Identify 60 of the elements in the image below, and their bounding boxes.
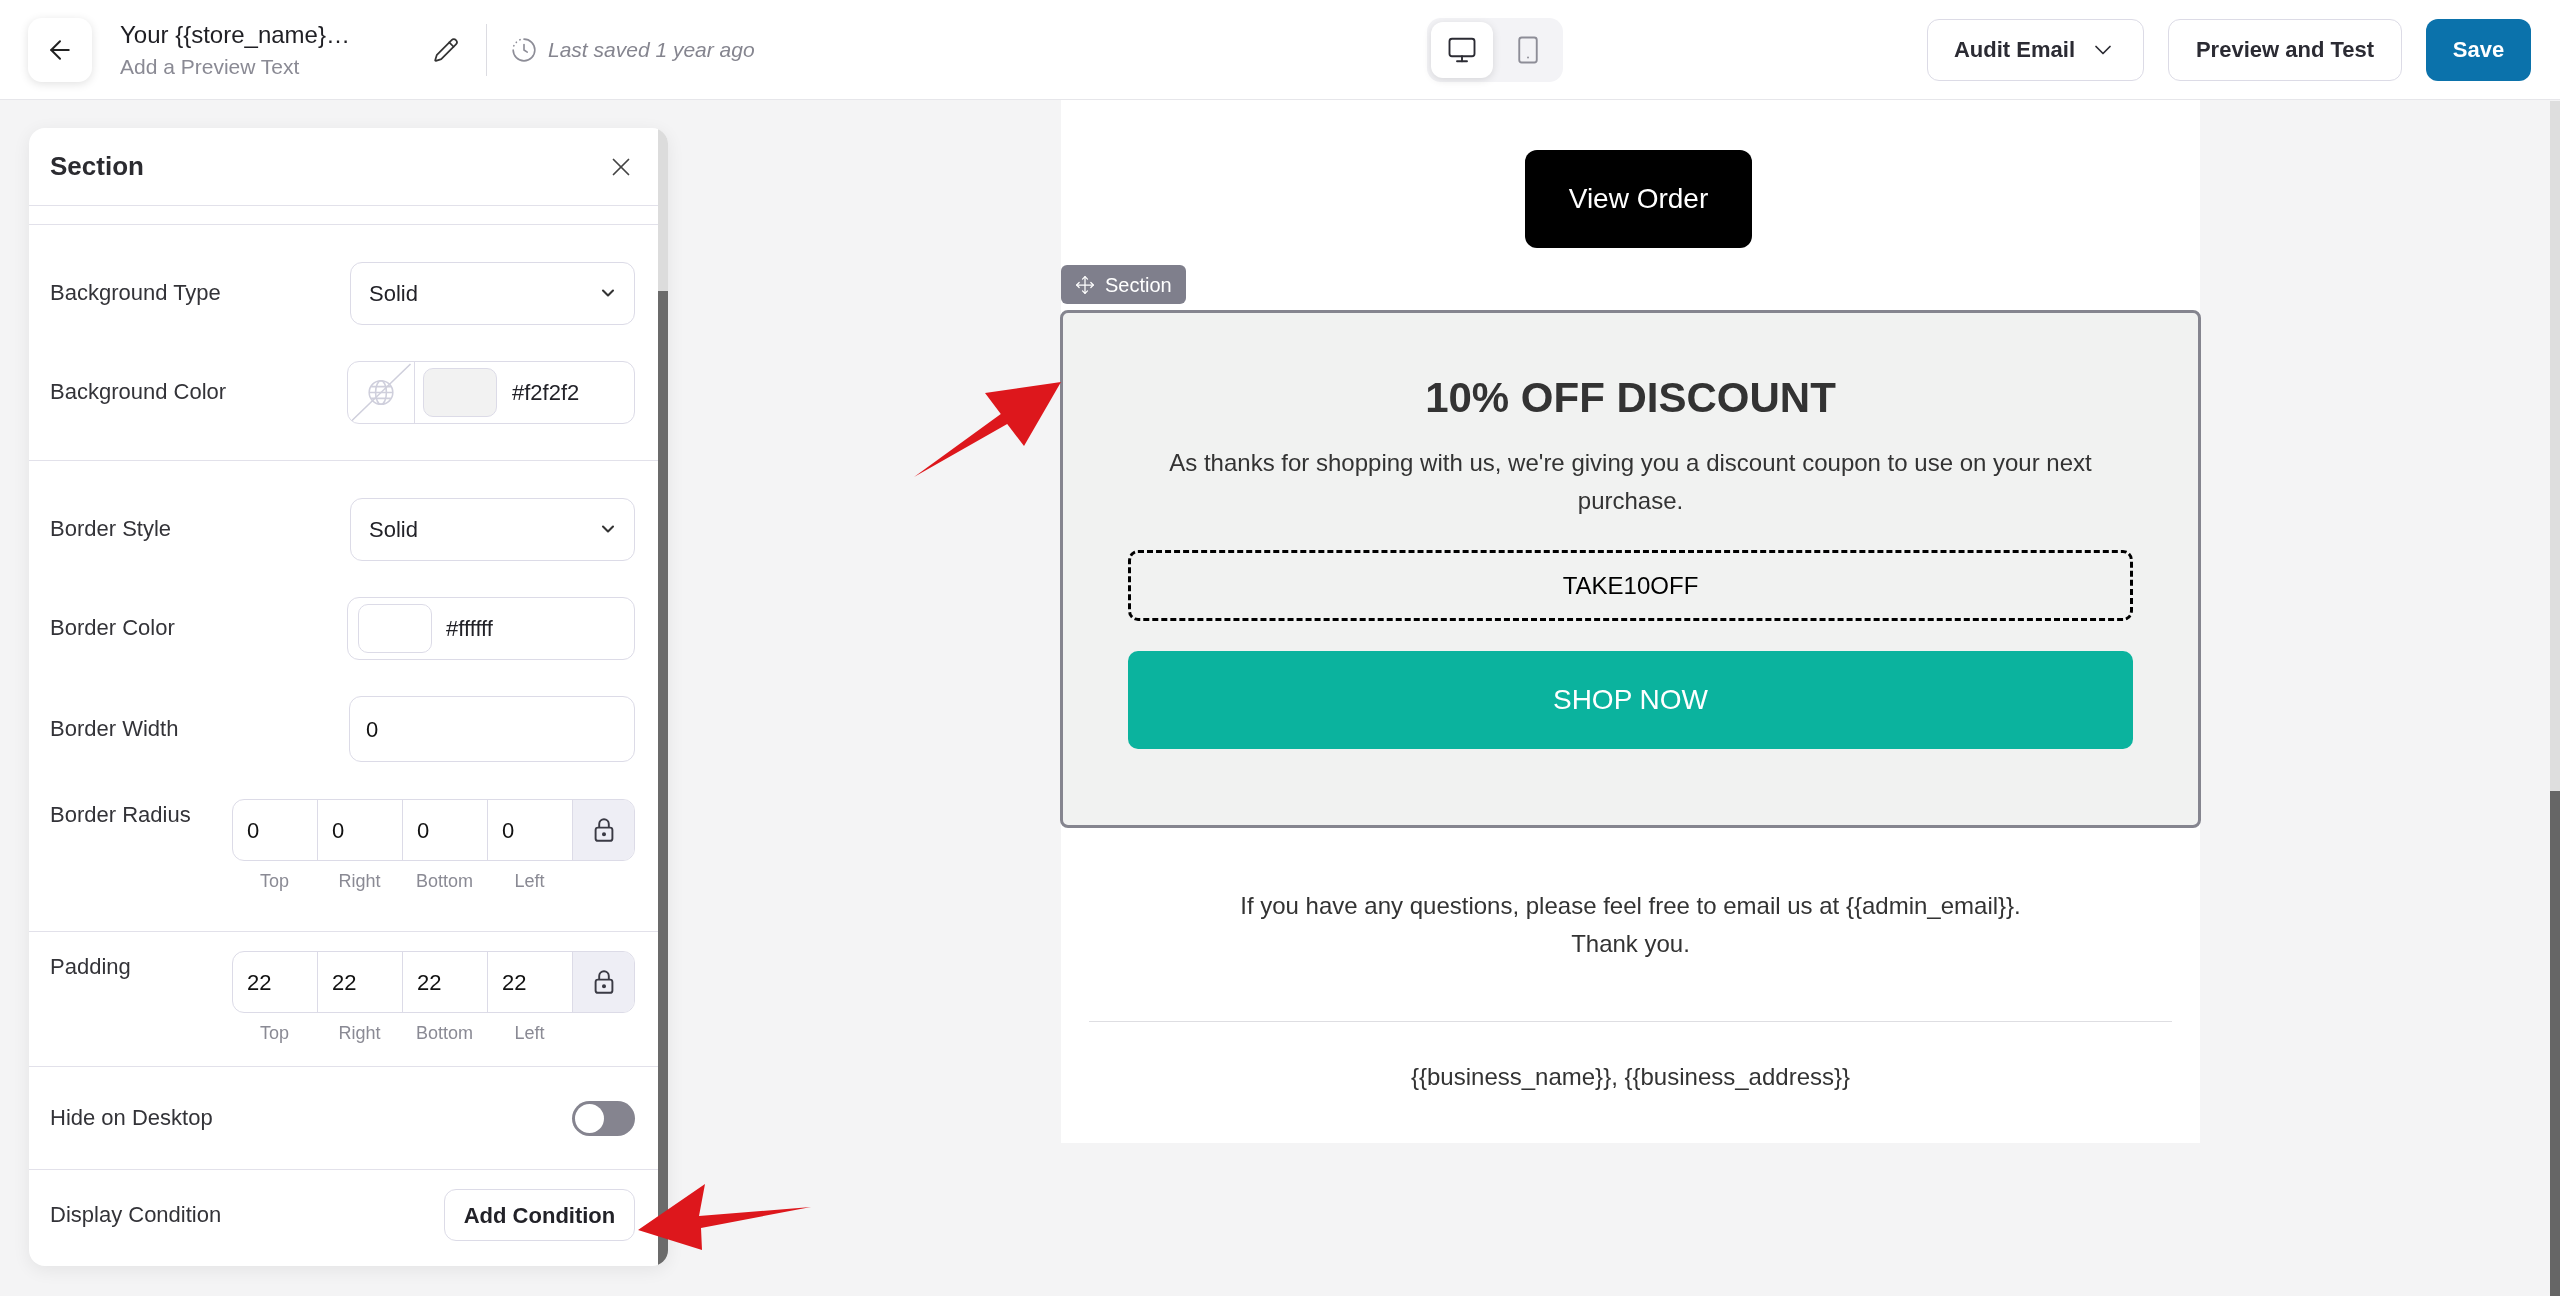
side-input[interactable]: 22 bbox=[318, 952, 403, 1012]
field-label: Background Type bbox=[50, 279, 221, 307]
footer-message: If you have any questions, please feel free to email us at {{admin_email}}. bbox=[1240, 891, 2021, 921]
tag-label: Section bbox=[1105, 272, 1172, 298]
side-input[interactable]: 22 bbox=[403, 952, 488, 1012]
lock-button[interactable] bbox=[573, 952, 634, 1012]
panel-title: Section bbox=[50, 150, 144, 183]
side-input[interactable]: 0 bbox=[233, 800, 318, 860]
dropdown-select[interactable]: Solid bbox=[350, 497, 635, 561]
side-label: Bottom bbox=[416, 870, 473, 893]
desktop-view-button[interactable] bbox=[1431, 21, 1493, 78]
lock-icon bbox=[593, 970, 614, 994]
field-label: Hide on Desktop bbox=[50, 1104, 213, 1132]
condition-button[interactable]: Add Condition bbox=[444, 1189, 635, 1241]
side-label: Bottom bbox=[416, 1022, 473, 1045]
email-title: Your {{store_name}… bbox=[120, 19, 351, 50]
preview-button[interactable]: Preview and Test bbox=[2168, 18, 2402, 81]
color-field[interactable]: #ffffff bbox=[347, 596, 635, 660]
audit-dropdown-button[interactable]: Audit Email bbox=[1927, 18, 2144, 81]
business-address: {{business_name}}, {{business_address}} bbox=[1411, 1062, 1850, 1092]
side-label: Left bbox=[514, 1022, 545, 1045]
coupon-code: TAKE10OFF bbox=[1128, 550, 2133, 621]
back-button[interactable] bbox=[28, 17, 92, 82]
clock-icon bbox=[511, 36, 537, 63]
discount-section[interactable]: 10% OFF DISCOUNT As thanks for shopping with us, we're giving you a discount coupon to use on your next purchase. TAKE10OFF SHOP NOW bbox=[1060, 310, 2201, 828]
swatch-icon[interactable] bbox=[358, 603, 432, 653]
save-button[interactable]: Save bbox=[2426, 18, 2531, 81]
save-status: Last saved 1 year ago bbox=[548, 36, 755, 63]
toggle-switch[interactable] bbox=[572, 1100, 635, 1136]
side-input[interactable]: 0 bbox=[318, 800, 403, 860]
footer-message: Thank you. bbox=[1571, 929, 1690, 959]
side-label: Right bbox=[338, 870, 381, 893]
hex-value: #f2f2f2 bbox=[512, 378, 580, 407]
field-label: Background Color bbox=[50, 378, 227, 406]
scrollbar-thumb[interactable] bbox=[2550, 791, 2560, 1296]
lock-button[interactable] bbox=[573, 800, 634, 860]
field-label: Border Radius bbox=[50, 801, 191, 829]
discount-heading: 10% OFF DISCOUNT bbox=[1425, 374, 1836, 422]
field-label: Border Style bbox=[50, 515, 172, 543]
move-icon bbox=[1075, 274, 1095, 295]
number-input[interactable]: 0 bbox=[349, 696, 635, 762]
edit-icon[interactable] bbox=[433, 36, 459, 63]
view-order-button[interactable]: View Order bbox=[1525, 150, 1752, 248]
field-label: Border Width bbox=[50, 715, 179, 743]
hex-value: #ffffff bbox=[446, 614, 493, 643]
section-tag[interactable]: Section bbox=[1061, 265, 1186, 304]
side-label: Left bbox=[514, 870, 545, 893]
side-label: Top bbox=[260, 870, 289, 893]
field-label: Border Color bbox=[50, 614, 175, 642]
side-label: Right bbox=[338, 1022, 381, 1045]
lock-icon bbox=[593, 818, 614, 842]
dropdown-select[interactable]: Solid bbox=[350, 261, 635, 325]
side-input[interactable]: 0 bbox=[403, 800, 488, 860]
color-field[interactable]: #f2f2f2 bbox=[347, 360, 635, 424]
swatch-icon[interactable] bbox=[423, 367, 497, 417]
field-label: Display Condition bbox=[50, 1201, 222, 1229]
side-label: Top bbox=[260, 1022, 289, 1045]
field-label: Padding bbox=[50, 953, 131, 981]
discount-text: As thanks for shopping with us, we're giving you a discount coupon to use on your next purchase. bbox=[1168, 448, 2093, 516]
side-input[interactable]: 22 bbox=[233, 952, 318, 1012]
